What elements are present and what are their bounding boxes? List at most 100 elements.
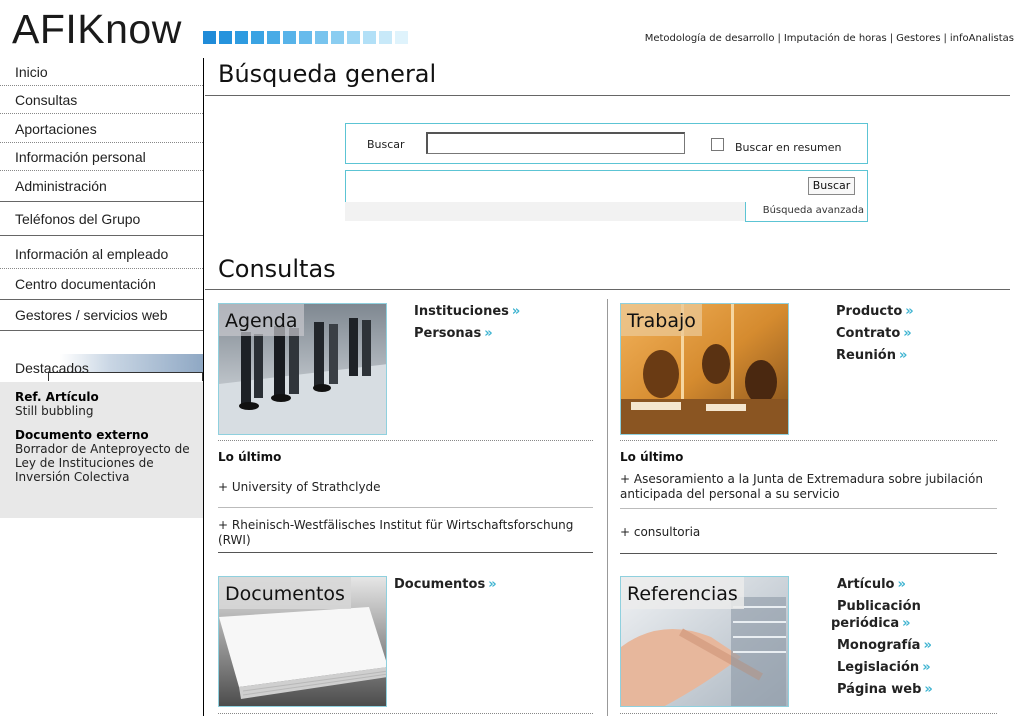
divider xyxy=(620,508,997,509)
search-input[interactable] xyxy=(426,132,685,154)
link-label: Monografía xyxy=(837,638,921,653)
lo-ultimo-title: Lo último xyxy=(620,450,684,464)
thumbnail-label: Trabajo xyxy=(621,304,702,336)
destacado-entry[interactable]: Ref. Artículo Still bubbling xyxy=(15,390,203,418)
agenda-links: Instituciones» Personas» xyxy=(414,301,520,345)
dotted-divider xyxy=(218,713,593,714)
section-title-consultas: Consultas xyxy=(218,255,336,283)
trabajo-thumbnail[interactable]: Trabajo xyxy=(620,303,789,435)
link-pagina-web[interactable]: Página web» xyxy=(831,679,971,701)
documentos-thumbnail[interactable]: Documentos xyxy=(218,576,387,707)
destacado-text: Borrador de Anteproyecto de Ley de Insti… xyxy=(15,442,190,484)
link-personas[interactable]: Personas» xyxy=(414,323,520,345)
top-link-infoanalistas[interactable]: infoAnalistas xyxy=(950,33,1014,44)
arrow-icon: » xyxy=(902,616,911,631)
search-label: Buscar xyxy=(367,138,405,151)
news-item[interactable]: + University of Strathclyde xyxy=(218,480,588,495)
link-monografia[interactable]: Monografía» xyxy=(831,635,971,657)
dotted-divider xyxy=(620,440,997,441)
logo-square xyxy=(395,31,408,44)
thumbnail-label: Referencias xyxy=(621,577,744,609)
sidebar-item-informacion-personal[interactable]: Información personal xyxy=(0,147,203,171)
sidebar-item-telefonos[interactable]: Teléfonos del Grupo xyxy=(0,209,203,236)
destacado-entry[interactable]: Documento externo Borrador de Anteproyec… xyxy=(15,428,195,484)
sidebar-item-consultas[interactable]: Consultas xyxy=(0,90,203,114)
arrow-icon: » xyxy=(488,577,497,592)
arrow-icon: » xyxy=(923,638,932,653)
destacados-title: Destacados xyxy=(15,360,89,376)
buscar-resumen-checkbox[interactable] xyxy=(711,138,724,151)
link-reunion[interactable]: Reunión» xyxy=(836,345,914,367)
referencias-thumbnail[interactable]: Referencias xyxy=(620,576,789,707)
logo-square xyxy=(267,31,280,44)
link-instituciones[interactable]: Instituciones» xyxy=(414,301,520,323)
separator: | xyxy=(777,33,781,44)
logo-square xyxy=(251,31,264,44)
dotted-divider xyxy=(620,713,997,714)
trabajo-links: Producto» Contrato» Reunión» xyxy=(836,301,914,367)
logo-square xyxy=(331,31,344,44)
documentos-links: Documentos» xyxy=(394,574,497,596)
link-label: Instituciones xyxy=(414,304,509,319)
separator: | xyxy=(943,33,947,44)
link-publicacion-periodica[interactable]: Publicación periódica» xyxy=(831,598,971,632)
divider xyxy=(205,289,1010,290)
dotted-divider xyxy=(218,440,593,441)
logo-square xyxy=(315,31,328,44)
logo-square xyxy=(219,31,232,44)
search-panel: Buscar Buscar en resumen xyxy=(345,123,868,164)
arrow-icon: » xyxy=(897,577,906,592)
sidebar-item-gestores-servicios[interactable]: Gestores / servicios web xyxy=(0,303,203,331)
sidebar-item-inicio[interactable]: Inicio xyxy=(0,62,203,86)
divider xyxy=(218,507,593,508)
news-item[interactable]: + consultoria xyxy=(620,525,997,540)
sidebar-item-centro-documentacion[interactable]: Centro documentación xyxy=(0,274,203,300)
link-label: Legislación xyxy=(837,660,920,675)
sidebar-item-administracion[interactable]: Administración xyxy=(0,176,203,202)
main-content: Búsqueda general Buscar Buscar en resume… xyxy=(205,58,1025,716)
link-documentos[interactable]: Documentos» xyxy=(394,574,497,596)
top-link-metodologia[interactable]: Metodología de desarrollo xyxy=(645,33,775,44)
link-label: Página web xyxy=(837,682,922,697)
checkbox-label: Buscar en resumen xyxy=(735,141,842,154)
search-footer xyxy=(345,202,745,221)
divider xyxy=(205,95,1010,96)
top-link-imputacion[interactable]: Imputación de horas xyxy=(784,33,887,44)
logo-square xyxy=(203,31,216,44)
link-producto[interactable]: Producto» xyxy=(836,301,914,323)
arrow-icon: » xyxy=(898,348,908,363)
advanced-search-link[interactable]: Búsqueda avanzada xyxy=(745,202,868,222)
news-item[interactable]: + Rheinisch-Westfälisches Institut für W… xyxy=(218,518,588,548)
arrow-icon: » xyxy=(511,304,521,319)
arrow-icon: » xyxy=(484,326,493,341)
sidebar-item-informacion-empleado[interactable]: Información al empleado xyxy=(0,244,203,269)
arrow-icon: » xyxy=(924,682,933,697)
destacado-type: Documento externo xyxy=(15,428,149,442)
separator: | xyxy=(889,33,894,44)
destacados-box: Ref. Artículo Still bubbling Documento e… xyxy=(0,382,203,518)
logo-square xyxy=(379,31,392,44)
divider xyxy=(218,552,593,553)
logo-square xyxy=(283,31,296,44)
link-legislacion[interactable]: Legislación» xyxy=(831,657,971,679)
destacados-header: Destacados xyxy=(0,354,203,382)
destacado-text: Still bubbling xyxy=(15,404,94,418)
link-label: Documentos xyxy=(394,577,486,592)
search-actions: Buscar xyxy=(345,170,868,202)
news-item[interactable]: + Asesoramiento a la Junta de Extremadur… xyxy=(620,472,997,502)
lo-ultimo-title: Lo último xyxy=(218,450,282,464)
search-button[interactable]: Buscar xyxy=(808,177,855,195)
agenda-thumbnail[interactable]: Agenda xyxy=(218,303,387,435)
link-articulo[interactable]: Artículo» xyxy=(831,574,971,596)
header: AFIKnow Metodología de desarrollo | Imputa… xyxy=(0,0,1025,56)
link-contrato[interactable]: Contrato» xyxy=(836,323,914,345)
link-label: Producto xyxy=(836,304,903,319)
logo-square xyxy=(299,31,312,44)
logo-square xyxy=(363,31,376,44)
thumbnail-label: Documentos xyxy=(219,577,351,609)
top-link-gestores[interactable]: Gestores xyxy=(896,33,940,44)
sidebar-item-aportaciones[interactable]: Aportaciones xyxy=(0,119,203,143)
arrow-icon: » xyxy=(905,304,914,319)
thumbnail-label: Agenda xyxy=(219,304,304,336)
logo[interactable]: AFIKnow xyxy=(12,6,182,52)
